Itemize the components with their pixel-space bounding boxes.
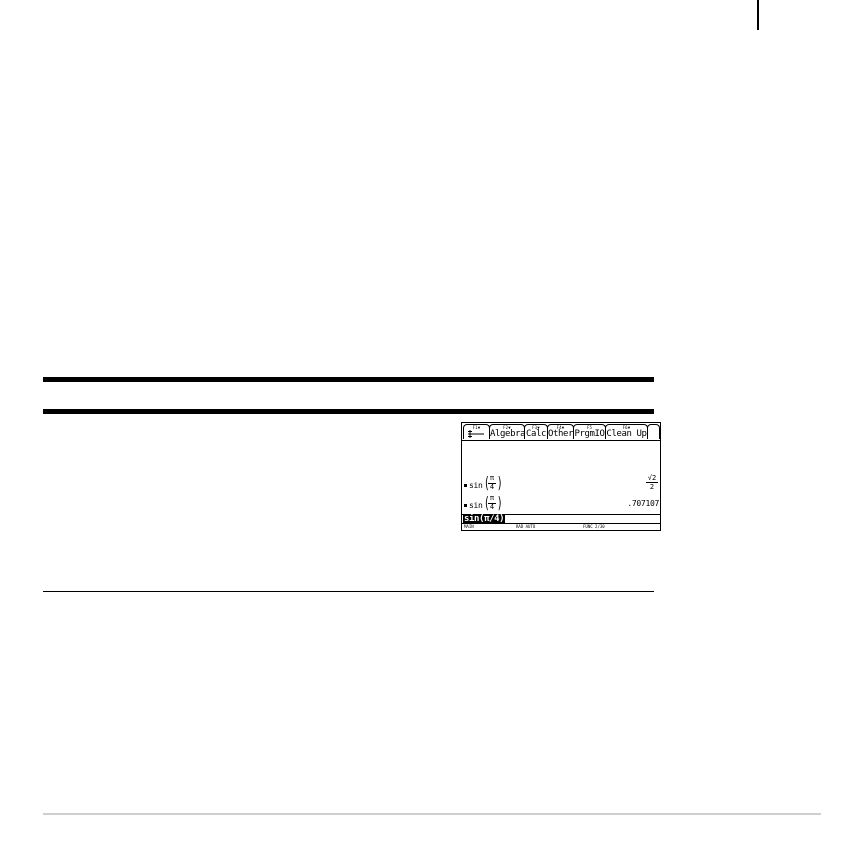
fraction-numerator: π [489,474,495,482]
page-footer-rule [43,813,821,815]
algebra-label: Algebra [490,429,526,439]
calc-label: Calc [525,429,547,439]
table-header-rule [43,409,654,414]
table-top-rule [43,377,654,382]
exact-result: √2 2 [646,474,658,491]
entry-bullet [464,504,467,507]
toolbar-tab-other[interactable]: F4▼ Other [547,424,574,439]
result-numerator: √2 [647,474,657,482]
result-denominator: 2 [649,483,655,491]
toolbar-tab-empty [647,424,660,439]
close-paren: ) [496,493,503,512]
margin-marker-line [757,0,759,30]
argument-fraction: π 4 [487,475,497,492]
other-label: Other [548,429,574,439]
fraction-denominator: 4 [489,483,495,491]
status-bar: MAIN RAD AUTO FUNC 2/30 [462,523,660,530]
toolbar-tab-prgmio[interactable]: F5 PrgmIO [573,424,606,439]
fraction-numerator: π [489,494,495,502]
toolbar-tab-calc[interactable]: F3▼ Calc [524,424,548,439]
function-name: sin [469,501,483,510]
clean-up-label: Clean Up [606,429,647,439]
argument-fraction: π 4 [487,495,497,512]
prgmio-label: PrgmIO [574,429,605,439]
status-mode: RAD AUTO [516,524,536,529]
fraction-denominator: 4 [489,503,495,511]
toolbar-tab-clean-up[interactable]: F6▼ Clean Up [605,424,648,439]
close-paren: ) [496,473,503,492]
decimal-result: .707107 [627,499,659,508]
toolbar-tab-f1[interactable]: F1▼ [463,424,490,439]
entry-bullet [464,484,467,487]
calculator-screen: F1▼ F2▼ Algebra F3▼ Calc F4▼ Other F5 Pr… [461,422,661,531]
status-folder: MAIN [464,524,474,529]
calculator-toolbar: F1▼ F2▼ Algebra F3▼ Calc F4▼ Other F5 Pr… [462,423,660,441]
status-info: FUNC 2/30 [583,524,605,529]
table-bottom-rule [43,591,654,592]
tools-icon [468,430,484,438]
toolbar-tab-algebra[interactable]: F2▼ Algebra [489,424,526,439]
function-name: sin [469,481,483,490]
